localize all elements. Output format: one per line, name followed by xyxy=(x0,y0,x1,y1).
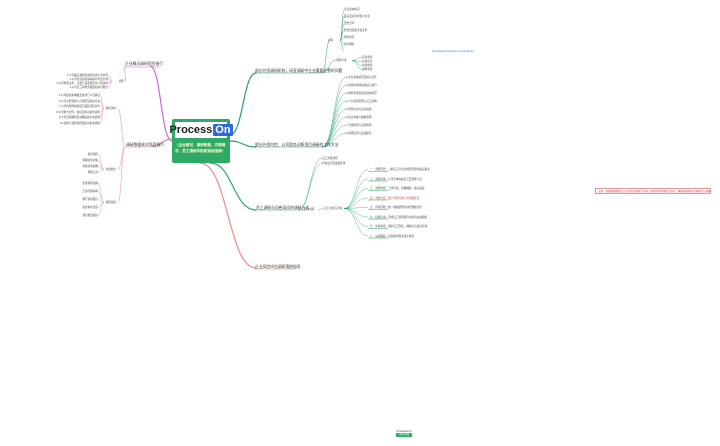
lr-detail-item[interactable]: 八、后续跟踪：定期复查整改落实情况 xyxy=(370,235,414,238)
ur-mid-item[interactable]: 2.内部控制体系建设与运行 xyxy=(346,84,377,87)
left-item[interactable]: 10.其他与调研项目相关的补充材料 xyxy=(60,122,100,125)
left-item[interactable]: 7.公司内部控制制度汇编及流程文件 xyxy=(59,105,100,108)
branch-foreign-research[interactable]: 部分外资调研机构，研宣调研中企业重要经营的问题 xyxy=(255,69,342,74)
ur-group-label[interactable]: 资料 xyxy=(328,39,333,42)
left-item[interactable]: 提交审核意见 xyxy=(82,206,98,209)
ur-item[interactable]: 访谈交流 xyxy=(362,64,372,67)
connector-line xyxy=(97,202,105,216)
left-group-label[interactable]: 资料清单 xyxy=(106,107,116,110)
connector-line xyxy=(351,57,363,61)
root-subtitle: （企业概况、调研数据、内销情况、员工调研风险和落地指南） xyxy=(175,143,226,153)
connector-line xyxy=(351,60,363,70)
ur-item[interactable]: 历史沿革 xyxy=(344,22,354,25)
left-item[interactable]: 撰写调研报告 xyxy=(82,198,98,201)
connector-line xyxy=(229,140,257,148)
lr-detail-item[interactable]: 三、调研内容：工作环境、薪酬福利、职业发展 xyxy=(370,187,424,190)
connector-line xyxy=(99,108,105,124)
connector-line xyxy=(123,66,127,82)
lr-detail-item[interactable]: 六、结果应用：形成员工调研报告并提出改进措施 xyxy=(370,216,427,219)
processon-logo: Process On xyxy=(169,122,233,138)
ur-item[interactable]: 问卷调查 xyxy=(362,56,372,59)
lr-detail-item[interactable]: 七、注意事项：保护员工隐私，确保信息真实有效 xyxy=(370,225,427,228)
connector-line xyxy=(321,85,347,148)
branch-data-check[interactable]: 调研数据核对项目指引 xyxy=(126,143,164,148)
root-topic[interactable]: Process On （企业概况、调研数据、内销情况、员工调研风险和落地指南） xyxy=(169,119,233,163)
tip-box: 注意：调研数据需结合企业实际情况进行分析，避免简单套用统计结论，确保调研报告的客… xyxy=(595,188,711,194)
lr-detail-item[interactable]: 二、调研对象：公司全体在职员工及管理人员 xyxy=(370,178,422,181)
branch-risk-guide[interactable]: 企业风险评估调研落地指导 xyxy=(255,265,301,270)
lr-detail-item[interactable]: 一、调研目的：了解员工对企业经营管理的真实看法 xyxy=(370,168,430,171)
connector-line xyxy=(297,163,323,211)
ur-mid-item[interactable]: 1.企业基本情况及核心业务 xyxy=(346,76,377,79)
connector-line xyxy=(117,146,126,203)
ur-mid-item[interactable]: 7.合规经营与法律风险 xyxy=(346,124,372,127)
ur-item[interactable]: 股东及实际控制人信息 xyxy=(344,15,370,18)
brand-badge: ProcessOn 思维导图 xyxy=(396,429,412,437)
left-item[interactable]: 提前预约 xyxy=(88,153,98,156)
lr-pre-item[interactable]: 问卷设计及发放安排 xyxy=(322,162,345,165)
left-item[interactable]: 4.公司近三年财务报表和审计报告 xyxy=(70,86,108,89)
branch-enterprise-overview[interactable]: 企业概况调研项目指引 xyxy=(125,62,163,67)
lr-method-label[interactable]: 问卷调研 xyxy=(304,208,314,211)
branch-internal-control[interactable]: 部分外资内控、公司财务诊断项目调研的工作方法 xyxy=(255,143,339,148)
ur-item[interactable]: 资料查阅 xyxy=(362,68,372,71)
ur-mid-item[interactable]: 8.调研结论与改进建议 xyxy=(346,132,372,135)
connector-line xyxy=(117,108,126,148)
left-group-label[interactable]: 访谈要点 xyxy=(106,168,116,171)
left-item[interactable]: 落实整改建议 xyxy=(82,214,98,217)
lr-sub-label[interactable]: 员工访谈与问卷 xyxy=(324,207,342,210)
left-item[interactable]: 形成调研底稿 xyxy=(82,182,98,185)
lr-pre-item[interactable]: 员工调研说明 xyxy=(322,157,338,160)
ur-item[interactable]: 参考网址 xyxy=(344,43,354,46)
left-item[interactable]: 5.公司组织架构图及各部门人员情况 xyxy=(59,94,100,97)
ur-item[interactable]: http://www.processon.com/mindmap xyxy=(432,50,474,53)
connector-line xyxy=(343,208,369,227)
left-item[interactable]: 9.公司近期规划及战略发展方向说明 xyxy=(59,116,100,119)
connector-line xyxy=(229,72,257,136)
ur-mid-item[interactable]: 6.信息系统与数据管理 xyxy=(346,116,372,119)
left-item[interactable]: 明确访谈对象 xyxy=(82,159,98,162)
left-item[interactable]: 8.公司重大合同、协议及诉讼案件资料 xyxy=(56,111,100,114)
left-group-label[interactable]: 调研 xyxy=(119,80,124,83)
ur-mid-item[interactable]: 5.风险识别与应对措施 xyxy=(346,108,372,111)
ur-mid-item[interactable]: 3.财务管理及资金运作情况 xyxy=(346,92,377,95)
connector-line xyxy=(97,169,105,173)
mindmap-connectors xyxy=(97,9,388,270)
connector-line xyxy=(343,178,369,209)
left-item[interactable]: 现场记录 xyxy=(88,171,98,174)
connector-line xyxy=(209,162,257,211)
left-item[interactable]: 1.公司股东要提供最新有效公司证件 xyxy=(67,74,108,77)
lr-detail-item[interactable]: 四、调研方式：线上问卷与线下访谈相结合 xyxy=(370,197,419,200)
connector-line xyxy=(321,93,347,148)
ur-item[interactable]: 经营范围及主营业务 xyxy=(344,29,367,32)
ur-item[interactable]: 财务状况 xyxy=(344,36,354,39)
lr-detail-item[interactable]: 五、问卷回收：统一收集整理并进行数据分析 xyxy=(370,206,422,209)
ur-mid-item[interactable]: 4.人力资源管理与员工结构 xyxy=(346,100,377,103)
connector-line xyxy=(343,208,369,218)
connector-line xyxy=(97,154,105,170)
ur-group-label[interactable]: 调研方法 xyxy=(336,59,346,62)
left-item[interactable]: 6.公司主要管理人员简历及联系方式 xyxy=(59,100,100,103)
left-item[interactable]: 3.公司经营业务、主要产品及服务的介绍资料 xyxy=(57,82,108,85)
connector-line xyxy=(297,158,323,211)
connector-line xyxy=(321,109,347,148)
connector-line xyxy=(199,162,257,269)
ur-item[interactable]: 实地走访 xyxy=(362,60,372,63)
left-group-label[interactable]: 调研总结 xyxy=(106,201,116,204)
left-item[interactable]: 2.公司营业执照副本复印件及公章 xyxy=(70,78,108,81)
left-item[interactable]: 准备访谈提纲 xyxy=(82,165,98,168)
ur-item[interactable]: 企业基本情况 xyxy=(344,8,360,11)
branch-employee-survey[interactable]: 员工调研与问卷导问的调研方式 xyxy=(256,206,309,211)
left-item[interactable]: 汇总问题清单 xyxy=(82,190,98,193)
